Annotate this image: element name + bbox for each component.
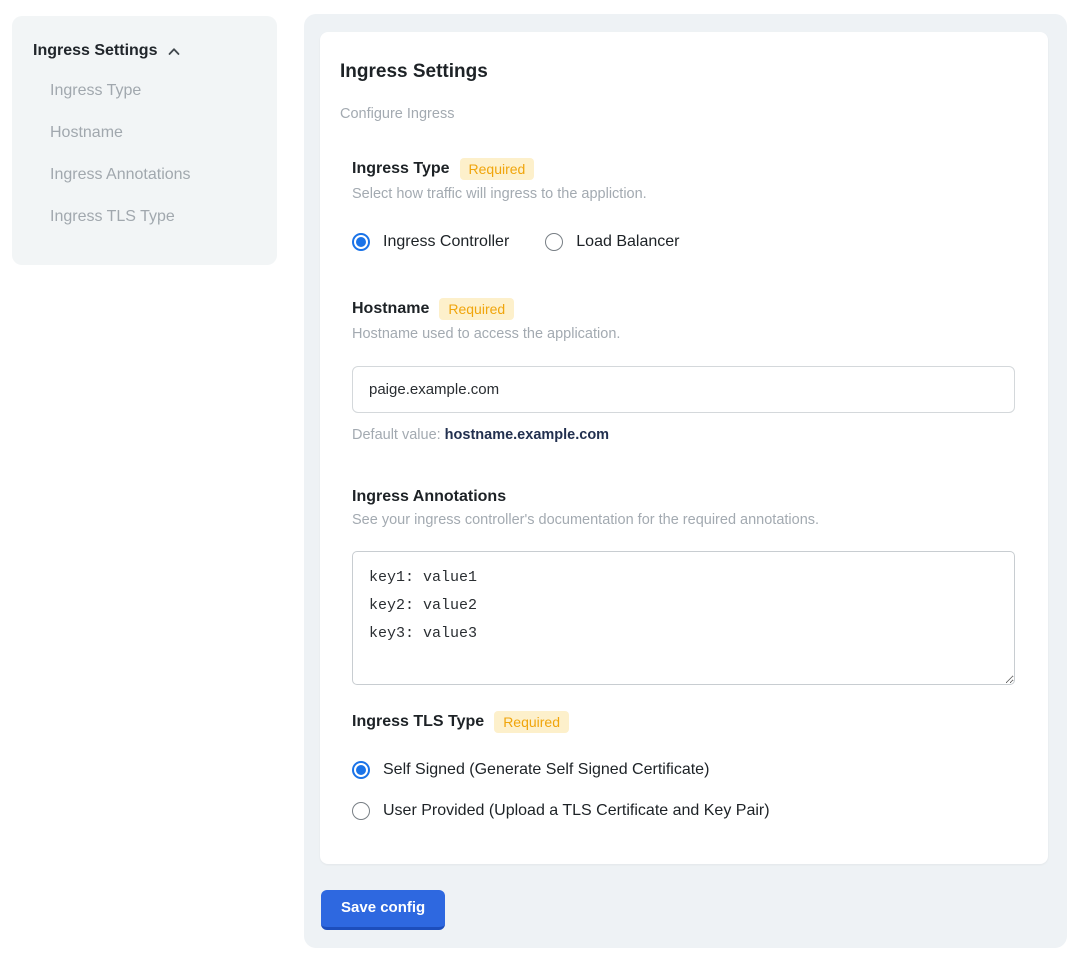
required-badge: Required	[439, 298, 514, 320]
radio-label: Self Signed (Generate Self Signed Certif…	[383, 761, 709, 779]
sidebar-item-list: Ingress Type Hostname Ingress Annotation…	[33, 70, 261, 238]
sidebar-group-label: Ingress Settings	[33, 42, 157, 60]
sidebar-item-hostname[interactable]: Hostname	[33, 112, 261, 154]
page-subtitle: Configure Ingress	[340, 106, 1016, 122]
chevron-up-icon	[166, 44, 182, 60]
radio-ingress-controller[interactable]: Ingress Controller	[352, 233, 509, 251]
required-badge: Required	[494, 711, 569, 733]
sidebar-group-ingress-settings[interactable]: Ingress Settings	[33, 42, 261, 60]
page-title: Ingress Settings	[340, 61, 1016, 83]
default-value-text: hostname.example.com	[445, 427, 609, 443]
radio-selected-icon	[352, 233, 370, 251]
radio-label: Ingress Controller	[383, 233, 509, 251]
ingress-settings-card: Ingress Settings Configure Ingress Ingre…	[320, 32, 1048, 864]
radio-label: Load Balancer	[576, 233, 679, 251]
hostname-description: Hostname used to access the application.	[352, 326, 1015, 342]
hostname-default-hint: Default value:hostname.example.com	[352, 427, 1015, 443]
ingress-type-label: Ingress Type	[352, 160, 450, 178]
hostname-label: Hostname	[352, 300, 429, 318]
sidebar-item-ingress-annotations[interactable]: Ingress Annotations	[33, 154, 261, 196]
section-hostname: Hostname Required Hostname used to acces…	[352, 298, 1015, 443]
config-nav-sidebar: Ingress Settings Ingress Type Hostname I…	[12, 16, 277, 265]
radio-load-balancer[interactable]: Load Balancer	[545, 233, 679, 251]
radio-user-provided[interactable]: User Provided (Upload a TLS Certificate …	[352, 802, 1015, 820]
hostname-input[interactable]	[352, 366, 1015, 413]
radio-label: User Provided (Upload a TLS Certificate …	[383, 802, 770, 820]
settings-panel: Ingress Settings Configure Ingress Ingre…	[304, 14, 1067, 948]
ingress-type-radio-group: Ingress Controller Load Balancer	[352, 233, 1015, 251]
section-ingress-type: Ingress Type Required Select how traffic…	[352, 158, 1015, 251]
radio-self-signed[interactable]: Self Signed (Generate Self Signed Certif…	[352, 761, 1015, 779]
ingress-tls-radio-group: Self Signed (Generate Self Signed Certif…	[352, 761, 1015, 820]
sidebar-item-ingress-tls-type[interactable]: Ingress TLS Type	[33, 196, 261, 238]
radio-unselected-icon	[545, 233, 563, 251]
section-ingress-annotations: Ingress Annotations See your ingress con…	[352, 488, 1015, 690]
ingress-tls-type-label: Ingress TLS Type	[352, 713, 484, 731]
sidebar-item-ingress-type[interactable]: Ingress Type	[33, 70, 261, 112]
radio-selected-icon	[352, 761, 370, 779]
required-badge: Required	[460, 158, 535, 180]
ingress-annotations-label: Ingress Annotations	[352, 488, 506, 506]
default-value-prefix: Default value:	[352, 427, 441, 443]
save-config-button[interactable]: Save config	[321, 890, 445, 930]
ingress-annotations-description: See your ingress controller's documentat…	[352, 512, 1015, 528]
ingress-type-description: Select how traffic will ingress to the a…	[352, 186, 1015, 202]
ingress-annotations-textarea[interactable]: key1: value1 key2: value2 key3: value3	[352, 551, 1015, 685]
section-ingress-tls-type: Ingress TLS Type Required Self Signed (G…	[352, 711, 1015, 820]
radio-unselected-icon	[352, 802, 370, 820]
